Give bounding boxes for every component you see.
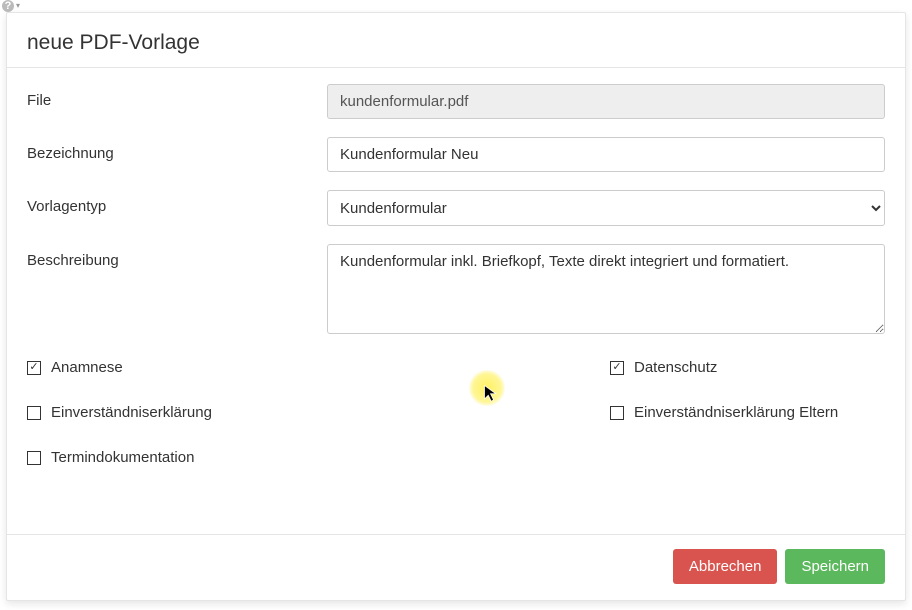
checkbox-anamnese[interactable]: ✓ Anamnese [27, 359, 451, 376]
checkbox-label: Einverständniserklärung [51, 404, 212, 421]
bezeichnung-label: Bezeichnung [27, 137, 327, 162]
checkbox-box-icon: ✓ [610, 361, 624, 375]
checkbox-datenschutz[interactable]: ✓ Datenschutz [461, 359, 885, 376]
save-button[interactable]: Speichern [785, 549, 885, 584]
vorlagentyp-label: Vorlagentyp [27, 190, 327, 215]
checkbox-label: Termindokumentation [51, 449, 194, 466]
checkbox-label: Datenschutz [634, 359, 717, 376]
bezeichnung-input[interactable] [327, 137, 885, 172]
checkbox-box-icon [610, 406, 624, 420]
vorlagentyp-select[interactable]: Kundenformular [327, 190, 885, 226]
modal: neue PDF-Vorlage File Bezeichnung Vorlag… [6, 12, 906, 601]
checkbox-box-icon [27, 406, 41, 420]
question-icon: ? [2, 0, 14, 12]
beschreibung-textarea[interactable]: Kundenformular inkl. Briefkopf, Texte di… [327, 244, 885, 334]
help-widget[interactable]: ? ▾ [0, 0, 22, 12]
cancel-button[interactable]: Abbrechen [673, 549, 778, 584]
checkbox-grid: ✓ Anamnese ✓ Datenschutz Einverständnise… [27, 355, 885, 466]
modal-footer: Abbrechen Speichern [7, 534, 905, 600]
checkbox-termindokumentation[interactable]: Termindokumentation [27, 449, 451, 466]
modal-header: neue PDF-Vorlage [7, 13, 905, 68]
checkbox-box-icon [27, 451, 41, 465]
checkbox-einverstaendnis[interactable]: Einverständniserklärung [27, 404, 451, 421]
checkbox-label: Einverständniserklärung Eltern [634, 404, 838, 421]
file-input [327, 84, 885, 119]
caret-down-icon: ▾ [16, 0, 20, 11]
modal-title: neue PDF-Vorlage [27, 31, 885, 55]
checkbox-einverstaendnis-eltern[interactable]: Einverständniserklärung Eltern [461, 404, 885, 421]
checkbox-box-icon: ✓ [27, 361, 41, 375]
checkbox-label: Anamnese [51, 359, 123, 376]
modal-body: File Bezeichnung Vorlagentyp Kundenformu… [7, 68, 905, 534]
file-label: File [27, 84, 327, 109]
beschreibung-label: Beschreibung [27, 244, 327, 269]
